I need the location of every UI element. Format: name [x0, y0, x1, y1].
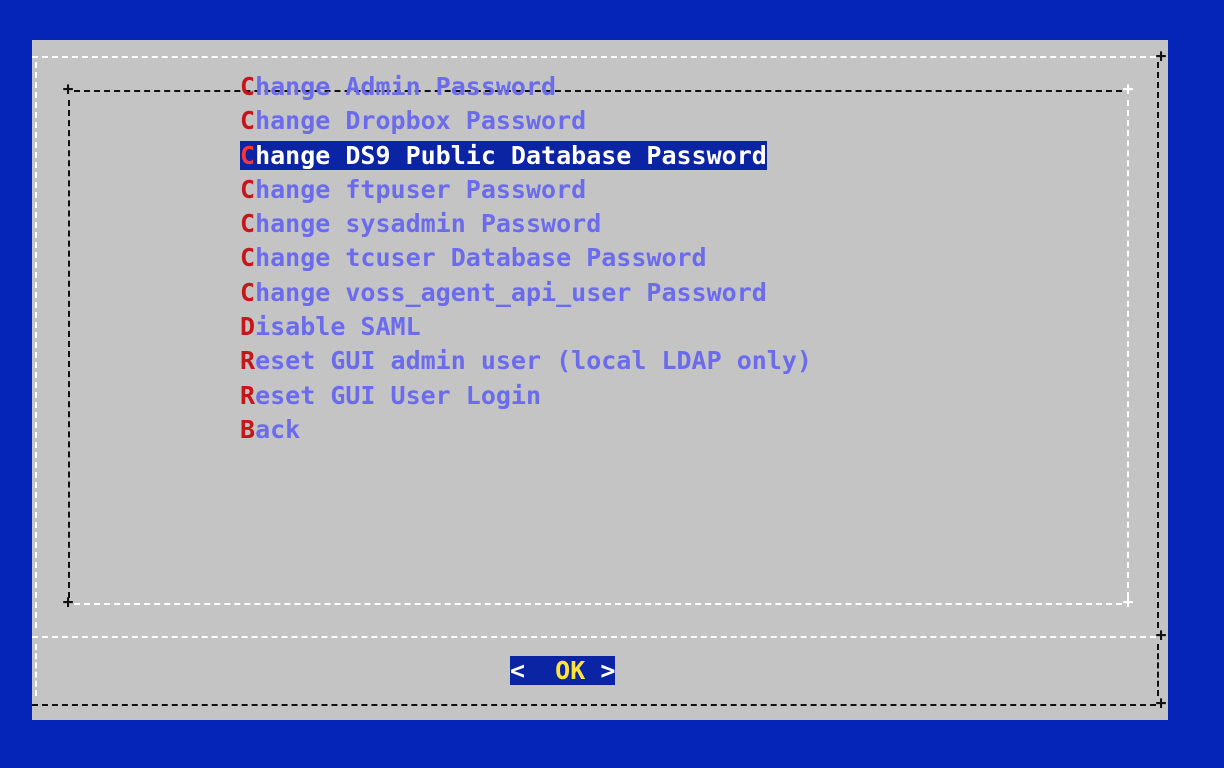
menu-item-label: hange voss_agent_api_user Password	[255, 277, 767, 307]
menu-item-label: ack	[255, 414, 301, 444]
menu-item-label: eset GUI admin user (local LDAP only)	[255, 346, 812, 376]
menu-item-hotkey: R	[240, 346, 256, 376]
button-area-border-left	[35, 644, 37, 696]
dialog-border-top	[32, 56, 1156, 58]
menu-item-change-ds9-public-database-password[interactable]: Change DS9 Public Database Password	[240, 139, 812, 173]
menu-item-label: hange tcuser Database Password	[255, 243, 707, 273]
menu-item-reset-gui-admin-user[interactable]: Reset GUI admin user (local LDAP only)	[240, 344, 812, 378]
menu-item-change-dropbox-password[interactable]: Change Dropbox Password	[240, 104, 812, 138]
border-corner: +	[1122, 592, 1134, 613]
menu-item-hotkey: C	[240, 174, 256, 204]
menu-item-label: eset GUI User Login	[255, 380, 542, 410]
menu-item-label: hange sysadmin Password	[255, 209, 602, 239]
menu-item-back[interactable]: Back	[240, 413, 812, 447]
menu-item-label: hange DS9 Public Database Password	[255, 140, 767, 170]
ok-button-left-bracket: <	[510, 656, 541, 685]
menu-item-label: hange ftpuser Password	[255, 174, 587, 204]
dialog-border-right	[1157, 62, 1159, 628]
menu-item-hotkey: C	[240, 209, 256, 239]
menu-item-change-voss-agent-api-user-password[interactable]: Change voss_agent_api_user Password	[240, 276, 812, 310]
menu-item-change-sysadmin-password[interactable]: Change sysadmin Password	[240, 207, 812, 241]
menu-border-bottom	[74, 603, 1122, 605]
ok-button-right-bracket: >	[585, 656, 616, 685]
border-corner: +	[62, 592, 74, 613]
menu-item-change-admin-password[interactable]: Change Admin Password	[240, 70, 812, 104]
menu-item-hotkey: D	[240, 312, 256, 342]
border-corner: +	[1155, 693, 1167, 714]
terminal-screen: + + + + + + + Change Admin Password Chan…	[0, 0, 1224, 768]
menu-item-hotkey: R	[240, 380, 256, 410]
menu-item-label: hange Admin Password	[255, 72, 557, 101]
button-area-border-right	[1157, 644, 1159, 696]
menu-item-hotkey: C	[240, 140, 256, 170]
menu-item-hotkey: C	[240, 277, 256, 307]
menu-border-right	[1127, 100, 1129, 598]
menu-item-change-tcuser-database-password[interactable]: Change tcuser Database Password	[240, 241, 812, 275]
ok-button-hotkey: O	[555, 656, 571, 685]
dialog-border-left	[35, 62, 37, 628]
border-corner: +	[1155, 625, 1167, 646]
menu-item-disable-saml[interactable]: Disable SAML	[240, 310, 812, 344]
menu-item-hotkey: C	[240, 243, 256, 273]
menu-item-hotkey: C	[240, 106, 256, 136]
button-separator	[32, 636, 1156, 638]
menu-item-reset-gui-user-login[interactable]: Reset GUI User Login	[240, 379, 812, 413]
menu-border-left	[68, 100, 70, 598]
ok-button[interactable]: < OK >	[510, 654, 616, 688]
menu-item-label: isable SAML	[255, 312, 421, 342]
dialog-border-bottom	[32, 704, 1156, 706]
ok-button-pad	[540, 656, 556, 685]
menu-item-change-ftpuser-password[interactable]: Change ftpuser Password	[240, 173, 812, 207]
border-corner: +	[1122, 79, 1134, 100]
border-corner: +	[62, 79, 74, 100]
menu-item-hotkey: B	[240, 414, 256, 444]
ok-button-label: K	[570, 656, 586, 685]
menu-list: Change Admin Password Change Dropbox Pas…	[240, 70, 812, 447]
menu-item-hotkey: C	[240, 72, 256, 101]
menu-item-label: hange Dropbox Password	[255, 106, 587, 136]
